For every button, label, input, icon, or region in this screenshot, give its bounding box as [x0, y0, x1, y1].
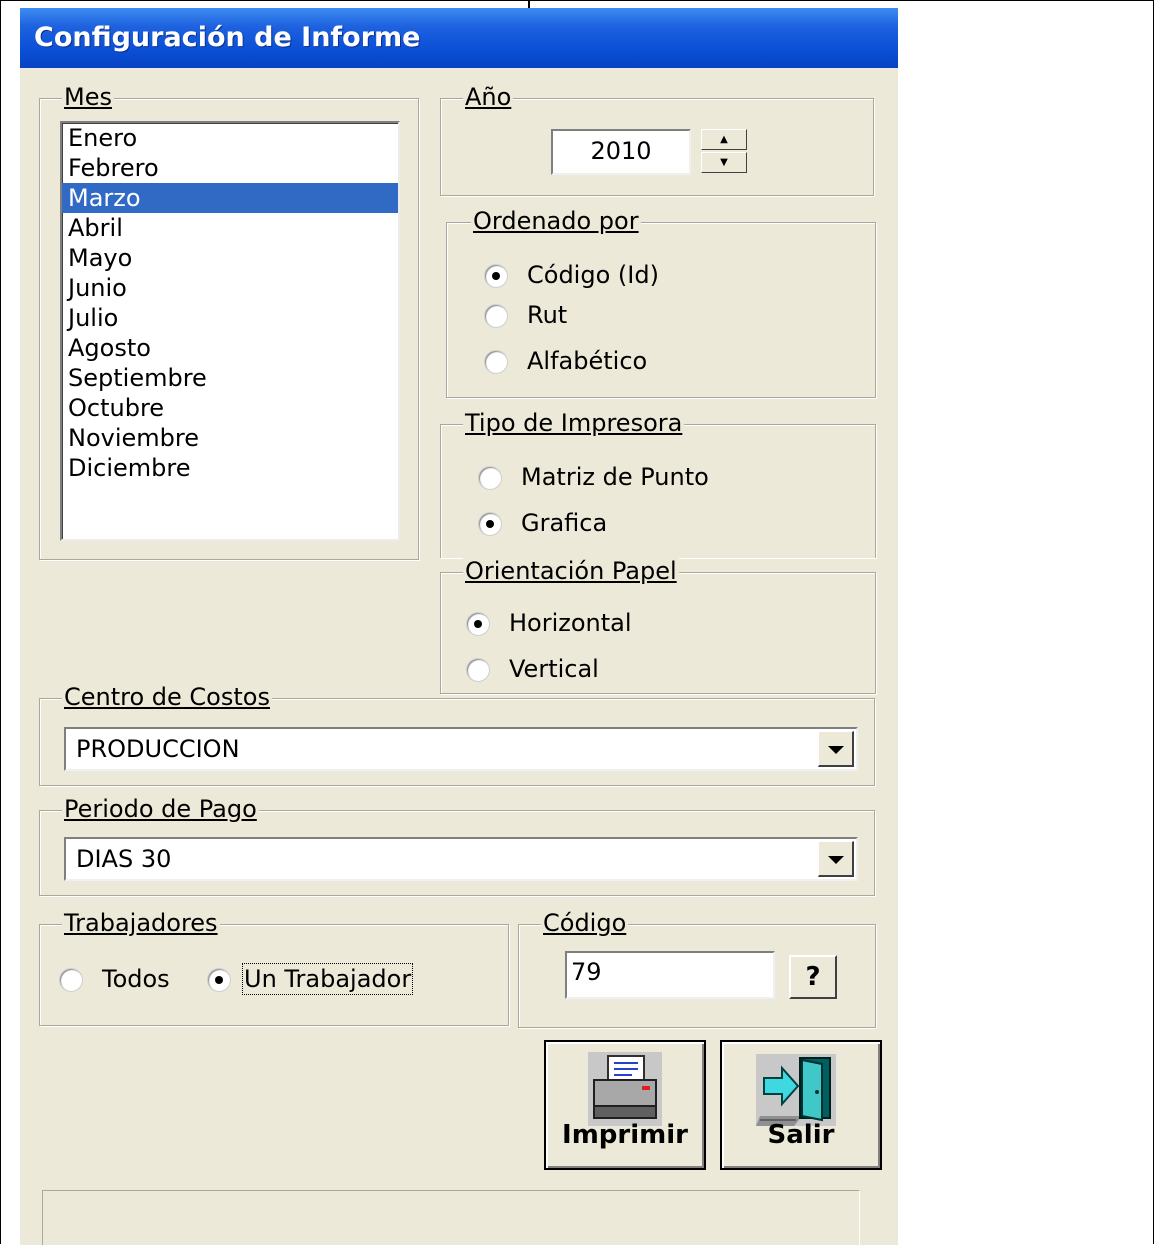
- month-item[interactable]: Marzo: [62, 183, 398, 213]
- orientation-group: Orientación Papel Horizontal Vertical: [440, 556, 876, 694]
- radio-dot: [485, 305, 507, 327]
- year-input[interactable]: 2010: [551, 129, 691, 175]
- print-button[interactable]: Imprimir: [544, 1040, 706, 1170]
- month-item[interactable]: Noviembre: [62, 423, 398, 453]
- spin-up-button[interactable]: ▲: [701, 129, 747, 150]
- month-item[interactable]: Abril: [62, 213, 398, 243]
- code-legend: Código: [541, 908, 629, 938]
- workers-radio-uno[interactable]: Un Trabajador: [208, 963, 414, 995]
- window-title: Configuración de Informe: [34, 22, 421, 53]
- code-group: Código 79 ?: [518, 908, 876, 1028]
- radio-dot: [485, 265, 507, 287]
- orientation-radio-vertical[interactable]: Vertical: [467, 653, 599, 685]
- year-spinner: ▲ ▼: [701, 129, 747, 173]
- workers-group: Trabajadores Todos Un Trabajador: [39, 908, 509, 1026]
- sort-legend: Ordenado por: [471, 206, 641, 236]
- radio-dot: [479, 467, 501, 489]
- month-group: Mes Enero Febrero Marzo Abril Mayo Junio…: [39, 82, 419, 560]
- arrow-down-icon: ▼: [720, 156, 728, 168]
- pay-period-value: DIAS 30: [76, 845, 172, 873]
- code-lookup-button[interactable]: ?: [789, 955, 837, 999]
- month-item[interactable]: Enero: [62, 123, 398, 153]
- report-config-window: Configuración de Informe Mes Enero Febre…: [20, 8, 898, 1245]
- radio-dot: [60, 969, 82, 991]
- cost-center-value: PRODUCCION: [76, 735, 240, 763]
- cost-center-group: Centro de Costos PRODUCCION: [39, 682, 875, 786]
- workers-radio-todos[interactable]: Todos: [60, 963, 170, 995]
- sort-radio-codigo[interactable]: Código (Id): [485, 259, 659, 291]
- radio-dot: [208, 969, 230, 991]
- month-item[interactable]: Octubre: [62, 393, 398, 423]
- radio-dot: [467, 659, 489, 681]
- orientation-legend: Orientación Papel: [463, 556, 679, 586]
- frame-tick: [528, 0, 530, 8]
- print-button-label: Imprimir: [562, 1120, 688, 1150]
- pay-period-select[interactable]: DIAS 30: [64, 837, 858, 881]
- printer-type-group: Tipo de Impresora Matriz de Punto Grafic…: [440, 408, 876, 558]
- radio-dot: [479, 513, 501, 535]
- year-group: Año 2010 ▲ ▼: [440, 82, 874, 196]
- sort-radio-alfabetico[interactable]: Alfabético: [485, 345, 647, 377]
- printer-icon: [588, 1052, 662, 1126]
- sort-radio-rut[interactable]: Rut: [485, 299, 567, 331]
- spin-down-button[interactable]: ▼: [701, 152, 747, 173]
- dropdown-arrow-icon[interactable]: [818, 841, 854, 877]
- arrow-up-icon: ▲: [720, 133, 728, 145]
- pay-period-group: Periodo de Pago DIAS 30: [39, 794, 875, 896]
- radio-dot: [485, 351, 507, 373]
- exit-door-icon: [756, 1054, 836, 1126]
- workers-legend: Trabajadores: [62, 908, 220, 938]
- year-legend: Año: [463, 82, 514, 112]
- month-legend: Mes: [62, 82, 114, 112]
- month-item[interactable]: Septiembre: [62, 363, 398, 393]
- month-item[interactable]: Junio: [62, 273, 398, 303]
- exit-button-label: Salir: [767, 1120, 835, 1150]
- printer-radio-grafica[interactable]: Grafica: [479, 507, 607, 539]
- cost-center-select[interactable]: PRODUCCION: [64, 727, 858, 771]
- cost-center-legend: Centro de Costos: [62, 682, 272, 712]
- code-input[interactable]: 79: [565, 951, 775, 999]
- dropdown-arrow-icon[interactable]: [818, 731, 854, 767]
- status-panel: [42, 1190, 860, 1245]
- month-item[interactable]: Julio: [62, 303, 398, 333]
- radio-dot: [467, 613, 489, 635]
- month-item[interactable]: Mayo: [62, 243, 398, 273]
- title-bar[interactable]: Configuración de Informe: [20, 8, 898, 68]
- printer-type-legend: Tipo de Impresora: [463, 408, 685, 438]
- pay-period-legend: Periodo de Pago: [62, 794, 259, 824]
- printer-radio-matriz[interactable]: Matriz de Punto: [479, 461, 709, 493]
- month-list[interactable]: Enero Febrero Marzo Abril Mayo Junio Jul…: [60, 121, 400, 541]
- month-item[interactable]: Febrero: [62, 153, 398, 183]
- exit-button[interactable]: Salir: [720, 1040, 882, 1170]
- month-item[interactable]: Agosto: [62, 333, 398, 363]
- orientation-radio-horizontal[interactable]: Horizontal: [467, 607, 632, 639]
- sort-group: Ordenado por Código (Id) Rut Alfabético: [446, 206, 876, 398]
- month-item[interactable]: Diciembre: [62, 453, 398, 483]
